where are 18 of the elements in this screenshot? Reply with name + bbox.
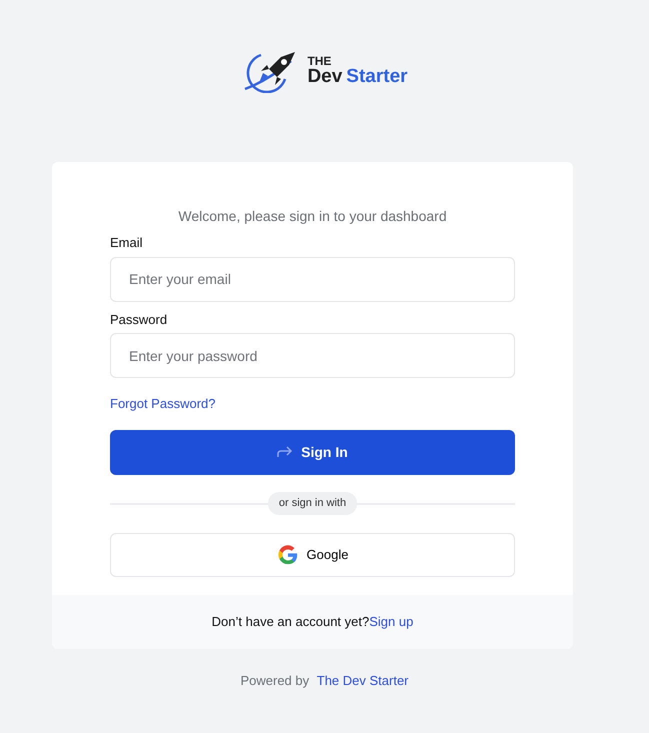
card-subtitle: Welcome, please sign in to your dashboard <box>177 207 448 226</box>
field-label: Email <box>110 234 143 252</box>
google-button[interactable]: Google <box>110 532 515 576</box>
google-icon <box>276 544 299 566</box>
email-field[interactable]: Enter your email <box>110 256 515 302</box>
the-dev-starter-link[interactable]: The Dev Starter <box>316 672 409 688</box>
forgot-password-link[interactable]: Forgot Password? <box>110 396 216 411</box>
password-field[interactable]: Enter your password <box>110 333 515 378</box>
logo-text-starter: Starter <box>346 66 408 88</box>
sign-up-link[interactable]: Sign up <box>369 612 414 632</box>
arrow-right-icon <box>277 446 294 458</box>
powered-by-text: Powered by <box>240 672 310 688</box>
sign-in-button[interactable]: Sign In <box>110 430 515 474</box>
no-account-text: Don’t have an account yet? <box>212 612 370 631</box>
divider-text: or sign in with <box>268 492 358 515</box>
field-label: Password <box>110 310 168 328</box>
logo-text-top: THE <box>307 54 332 67</box>
logo-text-dev: Dev <box>307 66 342 88</box>
